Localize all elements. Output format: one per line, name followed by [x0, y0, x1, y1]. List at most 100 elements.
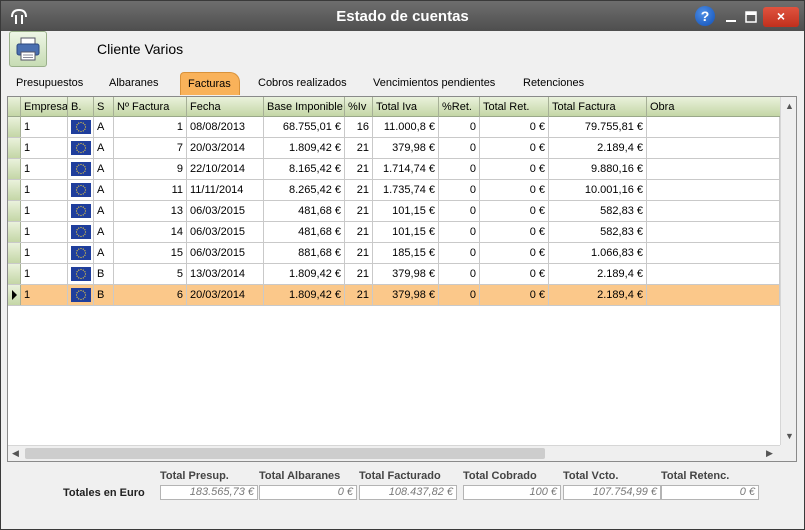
col-obra[interactable]: Obra	[647, 97, 780, 117]
cell-numero[interactable]: 14	[114, 222, 187, 242]
cell-total-iva[interactable]: 185,15 €	[373, 243, 439, 263]
cell-numero[interactable]: 5	[114, 264, 187, 284]
row-indicator[interactable]	[8, 243, 21, 263]
col-bandera[interactable]: B.	[68, 97, 94, 117]
cell-total-factura[interactable]: 79.755,81 €	[549, 117, 647, 137]
cell-numero[interactable]: 15	[114, 243, 187, 263]
cell-ret-pct[interactable]: 0	[439, 117, 480, 137]
cell-bandera[interactable]	[68, 138, 94, 158]
scroll-right-icon[interactable]: ▶	[766, 448, 773, 459]
cell-ret-pct[interactable]: 0	[439, 243, 480, 263]
cell-empresa[interactable]: 1	[21, 159, 68, 179]
cell-numero[interactable]: 13	[114, 201, 187, 221]
cell-numero[interactable]: 9	[114, 159, 187, 179]
cell-numero[interactable]: 6	[114, 285, 187, 305]
cell-fecha[interactable]: 06/03/2015	[187, 201, 264, 221]
col-numero-factura[interactable]: Nº Factura	[114, 97, 187, 117]
cell-total-factura[interactable]: 582,83 €	[549, 222, 647, 242]
invoice-grid[interactable]: Empresa B. S Nº Factura Fecha Base Impon…	[7, 96, 797, 462]
cell-total-factura[interactable]: 2.189,4 €	[549, 285, 647, 305]
print-button[interactable]	[9, 31, 47, 67]
cell-serie[interactable]: A	[94, 159, 114, 179]
cell-total-iva[interactable]: 1.735,74 €	[373, 180, 439, 200]
cell-total-ret[interactable]: 0 €	[480, 264, 549, 284]
cell-numero[interactable]: 11	[114, 180, 187, 200]
cell-iva-pct[interactable]: 21	[345, 159, 373, 179]
cell-obra[interactable]	[647, 243, 780, 263]
cell-iva-pct[interactable]: 21	[345, 285, 373, 305]
col-ret-pct[interactable]: %Ret.	[439, 97, 480, 117]
table-row[interactable]: 1 B 6 20/03/2014 1.809,42 €21 379,98 €0 0 €2.1…	[8, 285, 780, 306]
cell-obra[interactable]	[647, 159, 780, 179]
row-indicator[interactable]	[8, 159, 21, 179]
row-indicator[interactable]	[8, 138, 21, 158]
cell-iva-pct[interactable]: 21	[345, 138, 373, 158]
cell-total-factura[interactable]: 2.189,4 €	[549, 138, 647, 158]
cell-base[interactable]: 8.165,42 €	[264, 159, 345, 179]
cell-fecha[interactable]: 08/08/2013	[187, 117, 264, 137]
col-fecha[interactable]: Fecha	[187, 97, 264, 117]
cell-obra[interactable]	[647, 264, 780, 284]
vertical-scrollbar[interactable]: ▲ ▼	[780, 97, 796, 445]
row-indicator[interactable]	[8, 285, 21, 305]
cell-numero[interactable]: 7	[114, 138, 187, 158]
cell-iva-pct[interactable]: 21	[345, 222, 373, 242]
help-button[interactable]: ?	[695, 6, 715, 26]
table-row[interactable]: 1 A 11 11/11/2014 8.265,42 €21 1.735,74 €0 0 €…	[8, 180, 780, 201]
cell-ret-pct[interactable]: 0	[439, 159, 480, 179]
cell-total-factura[interactable]: 9.880,16 €	[549, 159, 647, 179]
cell-total-factura[interactable]: 2.189,4 €	[549, 264, 647, 284]
minimize-button[interactable]	[723, 9, 739, 25]
cell-serie[interactable]: A	[94, 222, 114, 242]
horizontal-scroll-thumb[interactable]	[25, 448, 545, 459]
cell-obra[interactable]	[647, 138, 780, 158]
table-row[interactable]: 1 A 14 06/03/2015 481,68 €21 101,15 €0 0 €582,…	[8, 222, 780, 243]
cell-obra[interactable]	[647, 117, 780, 137]
cell-total-ret[interactable]: 0 €	[480, 222, 549, 242]
cell-bandera[interactable]	[68, 243, 94, 263]
cell-bandera[interactable]	[68, 180, 94, 200]
cell-ret-pct[interactable]: 0	[439, 285, 480, 305]
table-row[interactable]: 1 A 9 22/10/2014 8.165,42 €21 1.714,74 €0 0 €9…	[8, 159, 780, 180]
cell-iva-pct[interactable]: 21	[345, 201, 373, 221]
cell-total-iva[interactable]: 11.000,8 €	[373, 117, 439, 137]
cell-total-ret[interactable]: 0 €	[480, 180, 549, 200]
col-iva-pct[interactable]: %Iv	[345, 97, 373, 117]
cell-fecha[interactable]: 20/03/2014	[187, 138, 264, 158]
table-row[interactable]: 1 A 1 08/08/2013 68.755,01 €16 11.000,8 €0 0 €…	[8, 117, 780, 138]
maximize-button[interactable]	[743, 9, 759, 25]
scroll-up-icon[interactable]: ▲	[785, 101, 794, 111]
cell-total-ret[interactable]: 0 €	[480, 243, 549, 263]
row-indicator[interactable]	[8, 264, 21, 284]
cell-base[interactable]: 1.809,42 €	[264, 264, 345, 284]
cell-total-iva[interactable]: 379,98 €	[373, 264, 439, 284]
cell-base[interactable]: 8.265,42 €	[264, 180, 345, 200]
cell-bandera[interactable]	[68, 159, 94, 179]
cell-total-factura[interactable]: 1.066,83 €	[549, 243, 647, 263]
cell-serie[interactable]: A	[94, 117, 114, 137]
col-total-iva[interactable]: Total Iva	[373, 97, 439, 117]
col-total-ret[interactable]: Total Ret.	[480, 97, 549, 117]
cell-empresa[interactable]: 1	[21, 180, 68, 200]
cell-ret-pct[interactable]: 0	[439, 180, 480, 200]
cell-ret-pct[interactable]: 0	[439, 264, 480, 284]
cell-obra[interactable]	[647, 285, 780, 305]
cell-empresa[interactable]: 1	[21, 222, 68, 242]
cell-base[interactable]: 68.755,01 €	[264, 117, 345, 137]
cell-base[interactable]: 1.809,42 €	[264, 285, 345, 305]
scroll-down-icon[interactable]: ▼	[785, 431, 794, 441]
table-row[interactable]: 1 A 13 06/03/2015 481,68 €21 101,15 €0 0 €582,…	[8, 201, 780, 222]
tab-albaranes[interactable]: Albaranes	[109, 77, 159, 89]
tab-cobros-realizados[interactable]: Cobros realizados	[258, 77, 347, 89]
col-serie[interactable]: S	[94, 97, 114, 117]
cell-iva-pct[interactable]: 16	[345, 117, 373, 137]
row-indicator[interactable]	[8, 201, 21, 221]
cell-fecha[interactable]: 20/03/2014	[187, 285, 264, 305]
cell-total-iva[interactable]: 379,98 €	[373, 285, 439, 305]
cell-empresa[interactable]: 1	[21, 201, 68, 221]
cell-serie[interactable]: A	[94, 138, 114, 158]
col-total-factura[interactable]: Total Factura	[549, 97, 647, 117]
cell-total-ret[interactable]: 0 €	[480, 159, 549, 179]
cell-total-ret[interactable]: 0 €	[480, 117, 549, 137]
cell-total-ret[interactable]: 0 €	[480, 201, 549, 221]
